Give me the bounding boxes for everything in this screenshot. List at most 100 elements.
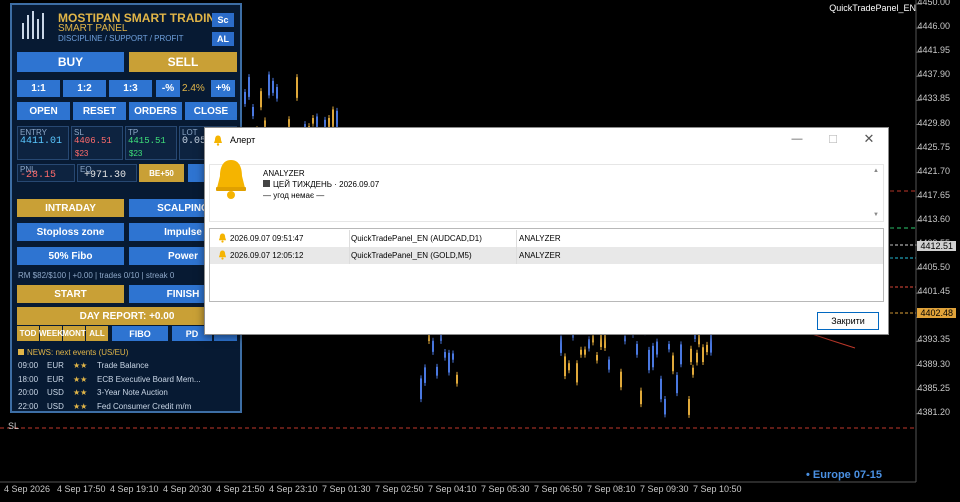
close-button[interactable]: CLOSE <box>185 102 237 120</box>
candle-body <box>332 109 334 127</box>
candle-body <box>584 349 586 355</box>
orders-button[interactable]: ORDERS <box>129 102 182 120</box>
intraday-button[interactable]: INTRADAY <box>17 199 124 217</box>
chart-indicator-title: QuickTradePanel_EN <box>829 3 916 13</box>
large-bell-icon <box>216 160 246 199</box>
filter-today-button[interactable]: TOD <box>17 326 39 341</box>
alert-list: 2026.09.07 09:51:47 QuickTradePanel_EN (… <box>209 228 884 302</box>
filter-all-button[interactable]: ALL <box>86 326 108 341</box>
sc-button[interactable]: Sc <box>212 13 234 27</box>
time-tick-label: 4 Sep 20:30 <box>163 484 212 494</box>
time-tick-label: 7 Sep 04:10 <box>428 484 477 494</box>
news-impact: ★★ <box>73 361 88 370</box>
candle-body <box>676 375 678 394</box>
news-item: 20:00 USD ★★ 3-Year Note Auction <box>18 388 168 397</box>
stoploss-zone-button[interactable]: Stoploss zone <box>17 223 124 241</box>
candle-body <box>560 336 562 353</box>
price-tick-label: 4413.60 <box>917 213 950 224</box>
candle-body <box>624 335 626 342</box>
news-currency: USD <box>47 388 64 397</box>
candle-body <box>620 371 622 388</box>
price-tick-label: 4393.35 <box>917 334 950 345</box>
risk-management-status: RM $82/$100 | +0.00 | trades 0/10 | stre… <box>18 271 175 280</box>
time-tick-label: 7 Sep 06:50 <box>534 484 583 494</box>
bid-price-tag: 4412.51 <box>917 241 956 251</box>
candle-body <box>276 87 278 99</box>
time-tick-label: 4 Sep 23:10 <box>269 484 318 494</box>
price-tick-label: 4437.90 <box>917 69 950 80</box>
price-tick-label: 4385.25 <box>917 382 950 393</box>
candle-body <box>596 354 598 361</box>
sl-cell: SL 4406.51 $23 <box>71 126 123 160</box>
fibo-50-button[interactable]: 50% Fibo <box>17 247 124 265</box>
sl-line-label: SL <box>8 421 20 431</box>
risk-percent: 2.4% <box>182 83 205 94</box>
fibo-button[interactable]: FIBO <box>112 326 168 341</box>
news-header-text: NEWS: next events (US/EU) <box>27 348 129 357</box>
alert-text: ANALYZER <box>519 234 561 243</box>
ratio-1-3-button[interactable]: 1:3 <box>109 80 152 97</box>
breakeven-button[interactable]: BE+50 <box>139 164 184 182</box>
candle-body <box>312 118 314 124</box>
alert-row[interactable]: 2026.09.07 09:51:47 QuickTradePanel_EN (… <box>210 230 883 247</box>
candle-body <box>710 332 712 353</box>
time-tick-label: 7 Sep 01:30 <box>322 484 371 494</box>
candle-body <box>576 363 578 383</box>
start-button[interactable]: START <box>17 285 124 303</box>
equity-cell: EQ +971.30 <box>77 164 137 182</box>
bell-icon <box>218 250 227 260</box>
price-tick-label: 4389.30 <box>917 358 950 369</box>
filter-month-button[interactable]: MONT <box>62 326 86 341</box>
news-impact: ★★ <box>73 388 88 397</box>
alert-text: ANALYZER <box>519 251 561 260</box>
candle-body <box>592 335 594 343</box>
close-icon[interactable]: ✕ <box>861 131 877 147</box>
candle-body <box>702 347 704 363</box>
ratio-1-1-button[interactable]: 1:1 <box>17 80 60 97</box>
maximize-icon[interactable]: ☐ <box>825 133 841 146</box>
price-tick-label: 4381.20 <box>917 406 950 417</box>
candle-body <box>336 110 338 129</box>
candle-body <box>580 349 582 355</box>
dialog-title: Алерт <box>230 135 256 145</box>
alert-time: 2026.09.07 12:05:12 <box>230 251 304 260</box>
candle-body <box>444 352 446 358</box>
price-tick-label: 4421.70 <box>917 165 950 176</box>
sl-price-tag: 4402.48 <box>917 308 956 318</box>
sell-button[interactable]: SELL <box>129 52 237 72</box>
candle-body <box>456 374 458 384</box>
candle-body <box>688 399 690 415</box>
news-currency: EUR <box>47 361 64 370</box>
buy-button[interactable]: BUY <box>17 52 124 72</box>
candle-body <box>648 349 650 371</box>
news-impact: ★★ <box>73 374 88 384</box>
news-item: 22:00 USD ★★ Fed Consumer Credit m/m <box>18 402 191 411</box>
candle-body <box>268 74 270 96</box>
reset-button[interactable]: RESET <box>73 102 126 120</box>
alert-row[interactable]: 2026.09.07 12:05:12 QuickTradePanel_EN (… <box>210 247 883 264</box>
filter-week-button[interactable]: WEEK <box>39 326 63 341</box>
news-time: 20:00 <box>18 388 39 397</box>
risk-minus-button[interactable]: -% <box>156 80 180 97</box>
price-tick-label: 4446.00 <box>917 21 950 32</box>
ratio-1-2-button[interactable]: 1:2 <box>63 80 106 97</box>
minimize-icon[interactable]: — <box>789 133 805 145</box>
news-title: Fed Consumer Credit m/m <box>97 401 192 411</box>
candle-body <box>660 378 662 400</box>
eq-value: +971.30 <box>84 170 127 181</box>
session-label: • Europe 07-15 <box>806 469 882 481</box>
news-time: 18:00 <box>18 374 39 384</box>
price-tick-label: 4401.45 <box>917 286 950 297</box>
candle-body <box>448 352 450 373</box>
news-title: 3-Year Note Auction <box>97 388 168 397</box>
risk-plus-button[interactable]: +% <box>211 80 235 97</box>
alert-message-line2: ЦЕЙ ТИЖДЕНЬ · 2026.09.07 <box>273 180 380 189</box>
news-time: 22:00 <box>18 401 39 411</box>
dialog-close-button[interactable]: Закрити <box>817 312 879 330</box>
pnl-value: -28.15 <box>20 170 57 181</box>
dialog-titlebar[interactable]: Алерт — ☐ ✕ <box>205 128 888 154</box>
message-scrollbar[interactable]: ▲ ▼ <box>871 166 881 220</box>
al-button[interactable]: AL <box>212 32 234 46</box>
time-tick-label: 4 Sep 21:50 <box>216 484 265 494</box>
open-button[interactable]: OPEN <box>17 102 70 120</box>
